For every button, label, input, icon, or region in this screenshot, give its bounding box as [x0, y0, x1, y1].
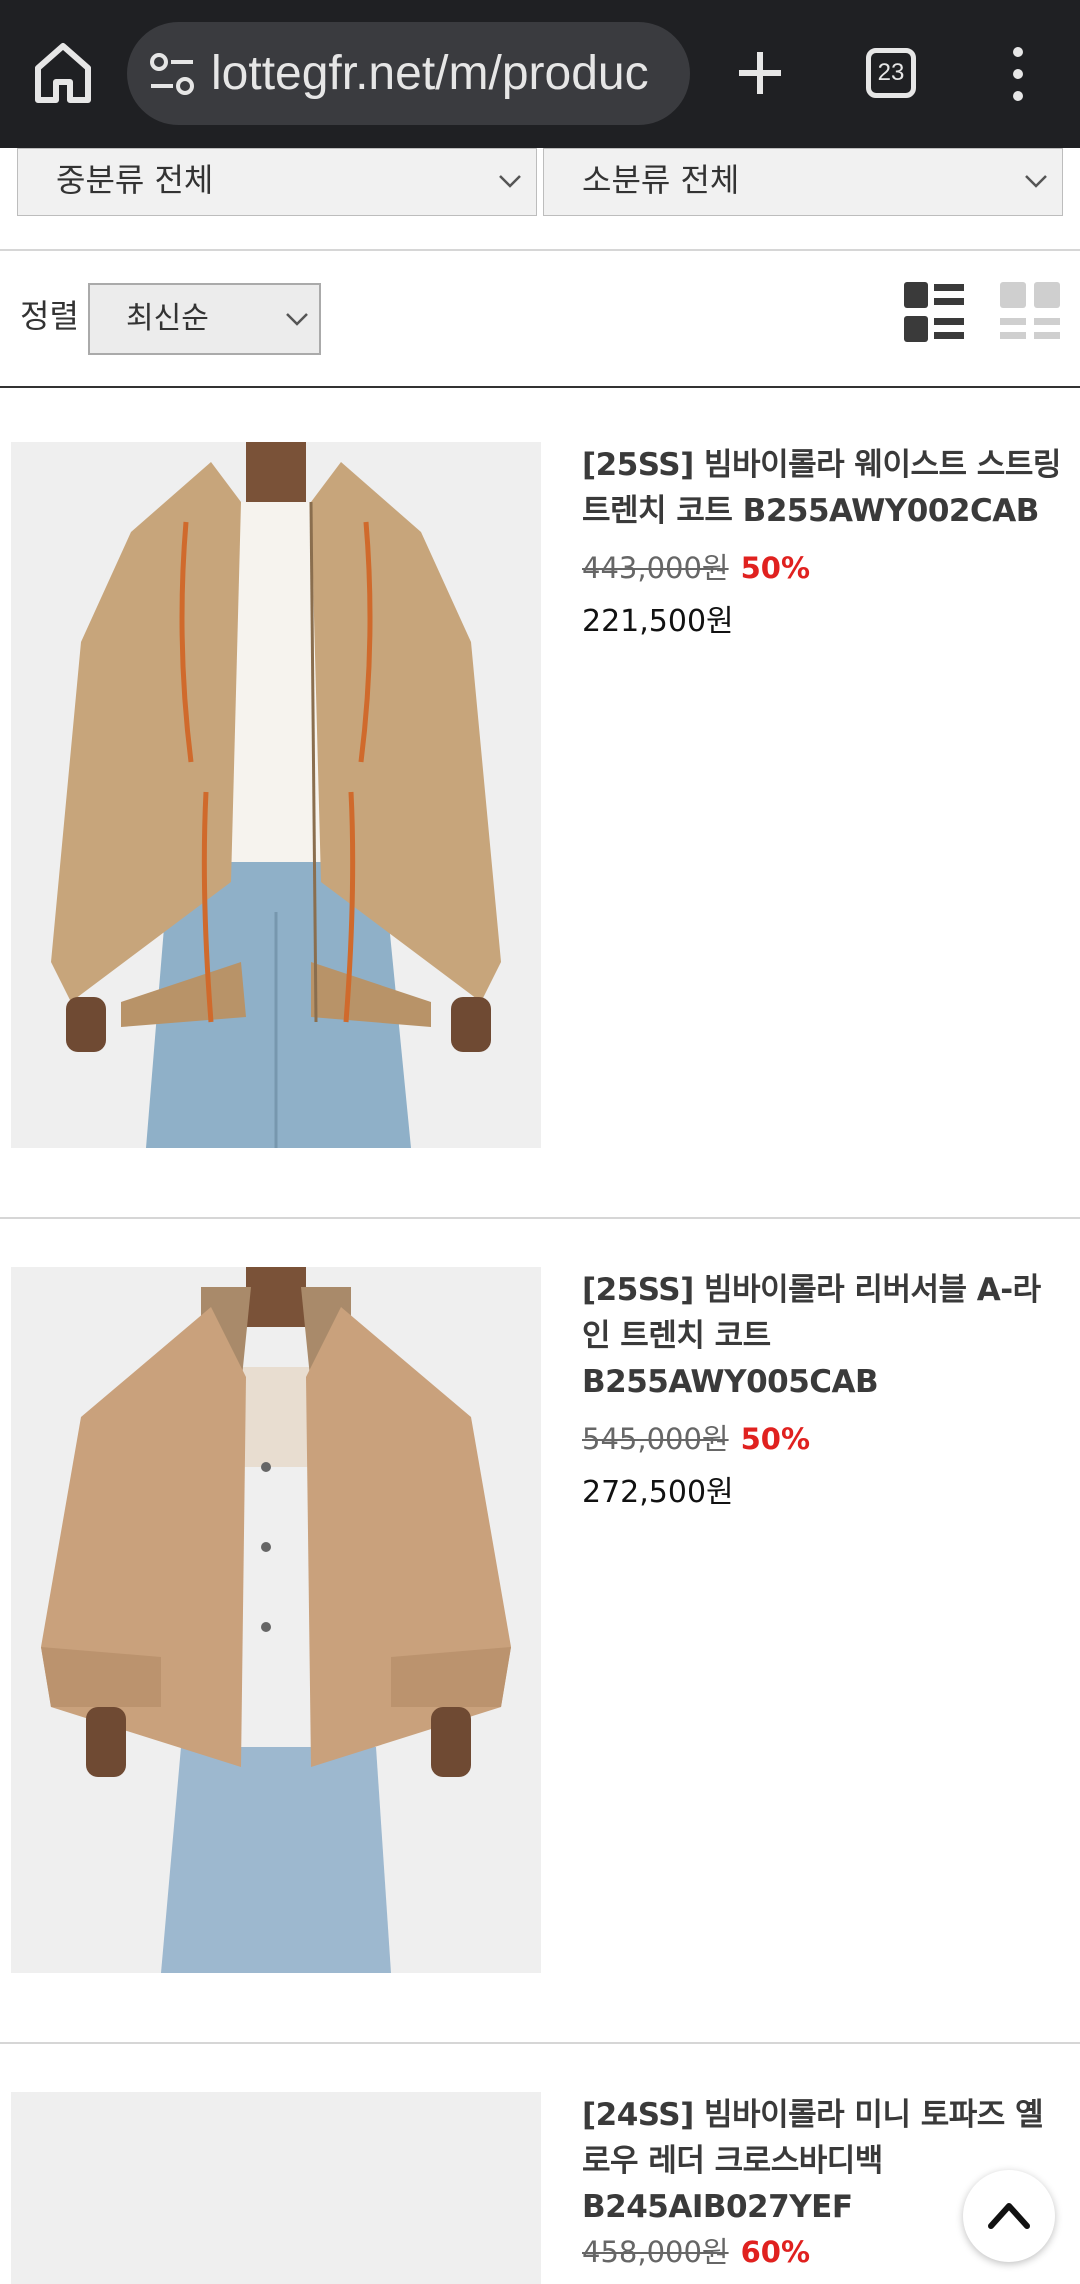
product-name[interactable]: [25SS] 빔바이롤라 리버서블 A-라인 트렌치 코트 B255AWY005…	[582, 1267, 1067, 1405]
divider	[0, 2042, 1080, 2044]
divider	[0, 1217, 1080, 1219]
product-info: [25SS] 빔바이롤라 웨이스트 스트링 트렌치 코트 B255AWY002C…	[582, 442, 1067, 642]
chevron-down-icon	[1025, 175, 1047, 188]
sub-category-select[interactable]: 소분류 전체	[543, 148, 1063, 216]
middle-category-value: 중분류 전체	[56, 161, 214, 199]
chevron-down-icon	[286, 313, 308, 326]
new-tab-icon[interactable]	[728, 38, 792, 108]
discount-rate: 60%	[740, 2235, 811, 2269]
chevron-down-icon	[499, 175, 521, 188]
divider	[0, 249, 1080, 251]
list-view-icon[interactable]	[902, 280, 966, 344]
discount-rate: 50%	[740, 551, 811, 585]
sort-label: 정렬	[20, 297, 79, 335]
grid-view-icon[interactable]	[998, 280, 1062, 344]
address-bar[interactable]: lottegfr.net/m/produc	[127, 22, 690, 125]
tab-switcher-icon[interactable]: 23	[866, 48, 916, 98]
original-price: 458,000원	[582, 2235, 729, 2269]
product-image[interactable]	[11, 1267, 541, 1973]
browser-toolbar: lottegfr.net/m/produc 23	[0, 0, 1080, 148]
sort-value: 최신순	[126, 301, 209, 336]
more-menu-icon[interactable]	[1003, 44, 1033, 104]
sale-price: 272,500원	[582, 1475, 734, 1510]
home-icon[interactable]	[30, 38, 96, 108]
url-text[interactable]: lottegfr.net/m/produc	[211, 22, 681, 125]
original-price: 443,000원	[582, 551, 729, 585]
discount-rate: 50%	[740, 1422, 811, 1456]
product-name[interactable]: [25SS] 빔바이롤라 웨이스트 스트링 트렌치 코트 B255AWY002C…	[582, 442, 1067, 534]
site-settings-icon[interactable]	[147, 50, 197, 98]
original-price: 545,000원	[582, 1422, 729, 1456]
middle-category-select[interactable]: 중분류 전체	[17, 148, 537, 216]
scroll-top-icon	[988, 2203, 1030, 2229]
product-image[interactable]	[11, 2092, 541, 2284]
product-image[interactable]	[11, 442, 541, 1148]
product-info: [25SS] 빔바이롤라 리버서블 A-라인 트렌치 코트 B255AWY005…	[582, 1267, 1067, 1513]
price-row: 443,000원 50%	[582, 548, 1067, 588]
sub-category-value: 소분류 전체	[582, 161, 740, 199]
price-row: 545,000원 50%	[582, 1419, 1067, 1459]
sort-select[interactable]: 최신순	[88, 283, 321, 355]
divider	[0, 386, 1080, 388]
sale-price: 221,500원	[582, 604, 734, 639]
scroll-top-button[interactable]	[963, 2170, 1055, 2262]
